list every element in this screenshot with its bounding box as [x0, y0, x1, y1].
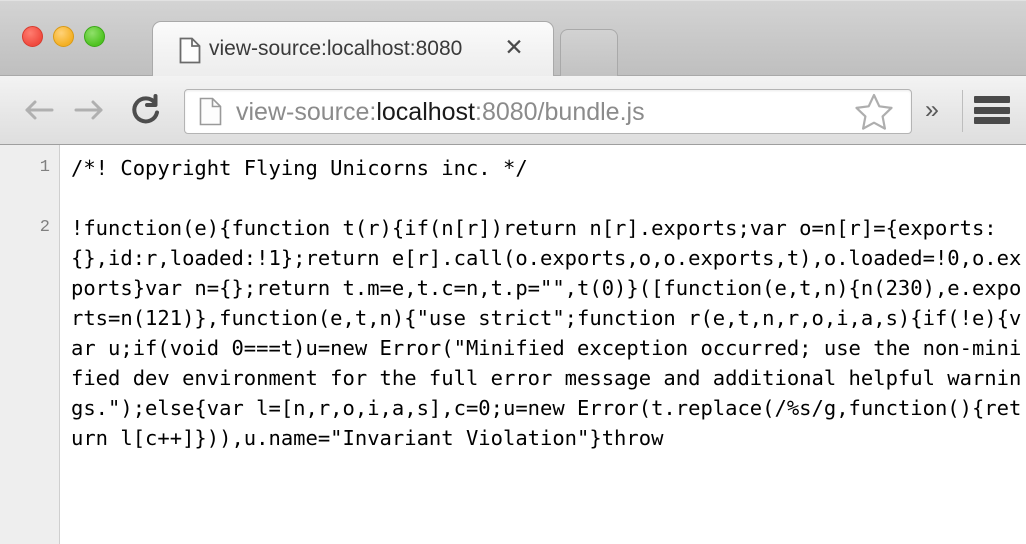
close-icon[interactable]: ✕: [503, 34, 525, 60]
line-number-gutter: 1 2: [0, 145, 60, 544]
hamburger-icon[interactable]: [974, 96, 1010, 124]
toolbar-divider: [962, 90, 963, 132]
document-icon: [179, 37, 201, 69]
line-number: 1: [39, 158, 50, 177]
forward-button[interactable]: [68, 89, 110, 131]
hamburger-bar: [974, 96, 1010, 103]
url-prefix: view-source:: [236, 97, 377, 126]
star-icon[interactable]: [853, 92, 895, 132]
code-line: !function(e){function t(r){if(n[r])retur…: [71, 216, 1022, 450]
new-tab-button[interactable]: [560, 29, 618, 76]
window-controls: [22, 26, 105, 47]
view-source-content: 1 2 /*! Copyright Flying Unicorns inc. *…: [0, 145, 1026, 544]
hamburger-bar: [974, 106, 1010, 114]
document-icon: [199, 97, 222, 126]
minimize-window-button[interactable]: [53, 26, 74, 47]
address-bar[interactable]: view-source:localhost:8080/bundle.js: [184, 89, 912, 134]
source-code[interactable]: /*! Copyright Flying Unicorns inc. */ !f…: [60, 145, 1026, 544]
overflow-chevron-icon[interactable]: »: [925, 96, 939, 125]
close-window-button[interactable]: [22, 26, 43, 47]
url-suffix: :8080/bundle.js: [475, 97, 645, 126]
maximize-window-button[interactable]: [84, 26, 105, 47]
tab-inner: view-source:localhost:8080 ✕: [153, 22, 553, 76]
address-bar-text[interactable]: view-source:localhost:8080/bundle.js: [236, 97, 853, 127]
line-number: 2: [39, 218, 50, 237]
url-host: localhost: [376, 97, 475, 126]
browser-window: view-source:localhost:8080 ✕ view-source…: [0, 0, 1026, 544]
hamburger-bar: [974, 117, 1010, 124]
tab-view-source[interactable]: view-source:localhost:8080 ✕: [152, 21, 554, 76]
reload-button[interactable]: [124, 88, 168, 132]
back-button[interactable]: [18, 89, 60, 131]
line-number-spacer: [0, 183, 59, 213]
code-line: /*! Copyright Flying Unicorns inc. */: [71, 156, 528, 180]
navigation-toolbar: view-source:localhost:8080/bundle.js »: [0, 76, 1026, 145]
tab-title: view-source:localhost:8080: [209, 37, 463, 60]
tab-strip: view-source:localhost:8080 ✕: [0, 0, 1026, 76]
